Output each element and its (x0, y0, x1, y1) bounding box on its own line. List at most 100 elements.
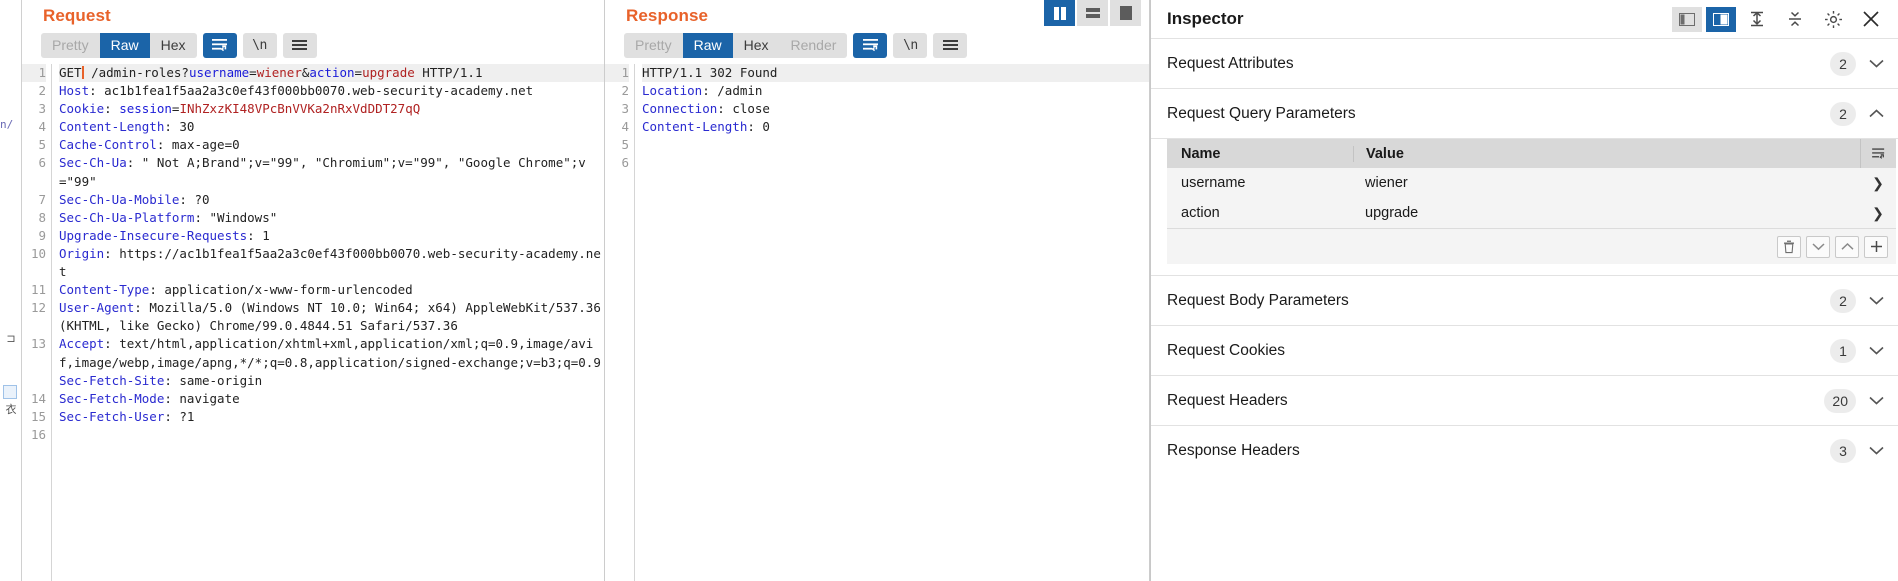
request-newline-icon[interactable]: \n (242, 32, 277, 58)
close-icon[interactable] (1854, 5, 1888, 33)
inspector-section-response-headers[interactable]: Response Headers 3 (1151, 425, 1898, 475)
delete-icon[interactable] (1777, 235, 1801, 258)
header-name: Sec-Ch-Ua-Mobile (59, 191, 180, 207)
settings-gear-icon[interactable] (1816, 5, 1850, 33)
line-number: 12 (30, 300, 46, 316)
header-name: Sec-Ch-Ua (59, 155, 127, 171)
param-value[interactable]: wiener (1353, 175, 1860, 191)
response-tab-render[interactable]: Render (780, 33, 848, 58)
strip-glyph-a: ⊐ (6, 332, 16, 345)
chevron-down-icon[interactable] (1868, 59, 1884, 68)
response-toolbar: Pretty Raw Hex Render \n (605, 30, 1149, 64)
request-panel: Request Pretty Raw Hex \n 1 2 3 4 5 6 7 … (22, 0, 605, 581)
tabbed-layout-icon (1119, 6, 1132, 20)
request-line-wrap-icon[interactable] (202, 32, 237, 58)
inspector-section-request-body-parameters[interactable]: Request Body Parameters 2 (1151, 275, 1898, 325)
line-number: 6 (38, 155, 46, 171)
request-toolbar: Pretty Raw Hex \n (22, 30, 604, 64)
code-text: : " Not A;Brand";v="99", "Chromium";v="9… (59, 155, 586, 189)
code-text: HTTP/1.1 302 Found (642, 65, 778, 80)
line-number (22, 372, 46, 390)
response-message-body[interactable]: HTTP/1.1 302 Found Location: /admin Connec… (635, 64, 1149, 581)
layout-tabbed-button[interactable] (1110, 0, 1141, 26)
code-line: Cookie: session=INhZxzKI48VPcBnVVKa2nRxV… (59, 100, 604, 118)
table-header-row: Name Value (1167, 139, 1896, 168)
response-view-mode-tabs[interactable]: Pretty Raw Hex Render (624, 32, 848, 58)
inspector-sections: Request Attributes 2 Request Query Param… (1151, 38, 1898, 581)
header-name: Content-Type (59, 282, 150, 298)
line-number (22, 354, 46, 372)
code-line: Sec-Ch-Ua-Platform: "Windows" (59, 209, 604, 227)
move-down-icon[interactable] (1806, 235, 1830, 258)
response-editor[interactable]: 12 3 4 5 6 HTTP/1.1 302 Found Location: /admi… (605, 64, 1149, 581)
layout-horizontal-split-button[interactable] (1077, 0, 1108, 26)
layout-vertical-split-button[interactable] (1044, 0, 1075, 26)
inspector-section-request-headers[interactable]: Request Headers 20 (1151, 375, 1898, 425)
code-line: User-Agent: Mozilla/5.0 (Windows NT 10.0… (59, 299, 604, 335)
chevron-right-icon[interactable]: ❯ (1860, 175, 1896, 192)
request-hamburger-glyph (292, 40, 307, 50)
line-number: 10 (30, 245, 46, 261)
inspector-section-request-attributes[interactable]: Request Attributes 2 (1151, 38, 1898, 88)
chevron-right-icon[interactable]: ❯ (1860, 205, 1896, 222)
collapse-all-button[interactable] (1778, 5, 1812, 33)
code-text: : (104, 101, 120, 117)
response-line-wrap-icon[interactable] (853, 32, 888, 58)
request-tab-raw[interactable]: Raw (99, 32, 150, 58)
response-newline-icon[interactable]: \n (893, 32, 928, 58)
request-editor[interactable]: 1 2 3 4 5 6 7 8 9 10 11 12 13 14 15 16 GET /admin-roles… (22, 64, 604, 581)
chevron-down-icon[interactable] (1868, 296, 1884, 305)
code-text: /admin-roles? (83, 65, 189, 80)
request-message-body[interactable]: GET /admin-roles?username=wiener&action=… (52, 64, 604, 581)
header-name: Content-Length (59, 119, 165, 135)
response-tab-hex[interactable]: Hex (733, 33, 780, 58)
move-up-icon[interactable] (1835, 235, 1859, 258)
table-row[interactable]: username wiener ❯ (1167, 168, 1896, 198)
header-name: Sec-Fetch-Site (59, 372, 165, 388)
line-number: 6 (621, 155, 629, 171)
code-text: GET (59, 65, 82, 80)
request-menu-icon[interactable] (282, 32, 317, 58)
code-text: : 1 (247, 227, 270, 243)
code-text: : same-origin (164, 372, 263, 388)
chevron-down-icon[interactable] (1868, 446, 1884, 455)
param-name-token: action (309, 65, 355, 80)
chevron-down-icon[interactable] (1868, 346, 1884, 355)
chevron-down-icon[interactable] (1868, 396, 1884, 405)
response-tab-raw[interactable]: Raw (682, 32, 733, 58)
code-text: : ?0 (179, 191, 210, 207)
inspector-right-dock-button[interactable] (1706, 6, 1736, 32)
line-number: 15 (30, 408, 46, 424)
header-name: Accept (59, 336, 105, 352)
inspector-section-request-cookies[interactable]: Request Cookies 1 (1151, 325, 1898, 375)
section-label: Response Headers (1167, 441, 1300, 459)
inspector-section-request-query-parameters[interactable]: Request Query Parameters 2 (1151, 88, 1898, 138)
table-action-buttons (1167, 228, 1896, 264)
add-icon[interactable] (1864, 235, 1888, 258)
response-menu-icon[interactable] (933, 32, 968, 58)
header-name: Sec-Fetch-Mode (59, 390, 165, 406)
chevron-up-icon[interactable] (1868, 109, 1884, 118)
table-wrap-icon[interactable] (1860, 139, 1896, 168)
code-text: : max-age=0 (156, 137, 240, 153)
table-row[interactable]: action upgrade ❯ (1167, 198, 1896, 228)
header-name: Connection (642, 101, 718, 117)
line-number: 2 (38, 83, 46, 99)
param-value[interactable]: upgrade (1353, 205, 1860, 221)
layout-switch-group[interactable] (1044, 0, 1141, 26)
code-text: : https://ac1b1fea1f5aa2a3c0ef43f000bb00… (59, 245, 601, 280)
line-number: 9 (38, 227, 46, 243)
code-line: Host: ac1b1fea1f5aa2a3c0ef43f000bb0070.w… (59, 82, 604, 100)
code-text: : 30 (164, 119, 195, 135)
header-name: Sec-Fetch-User (59, 408, 165, 424)
code-text: HTTP/1.1 (414, 65, 483, 80)
code-line: Sec-Fetch-User: ?1 (59, 408, 604, 426)
request-tab-pretty[interactable]: Pretty (41, 33, 100, 58)
request-view-mode-tabs[interactable]: Pretty Raw Hex (41, 32, 197, 58)
code-text: : "Windows" (194, 209, 278, 225)
response-tab-pretty[interactable]: Pretty (624, 33, 683, 58)
inspector-left-dock-button[interactable] (1672, 6, 1702, 32)
code-line: Location: /admin (642, 82, 1149, 100)
request-tab-hex[interactable]: Hex (150, 33, 197, 58)
expand-all-button[interactable] (1740, 5, 1774, 33)
